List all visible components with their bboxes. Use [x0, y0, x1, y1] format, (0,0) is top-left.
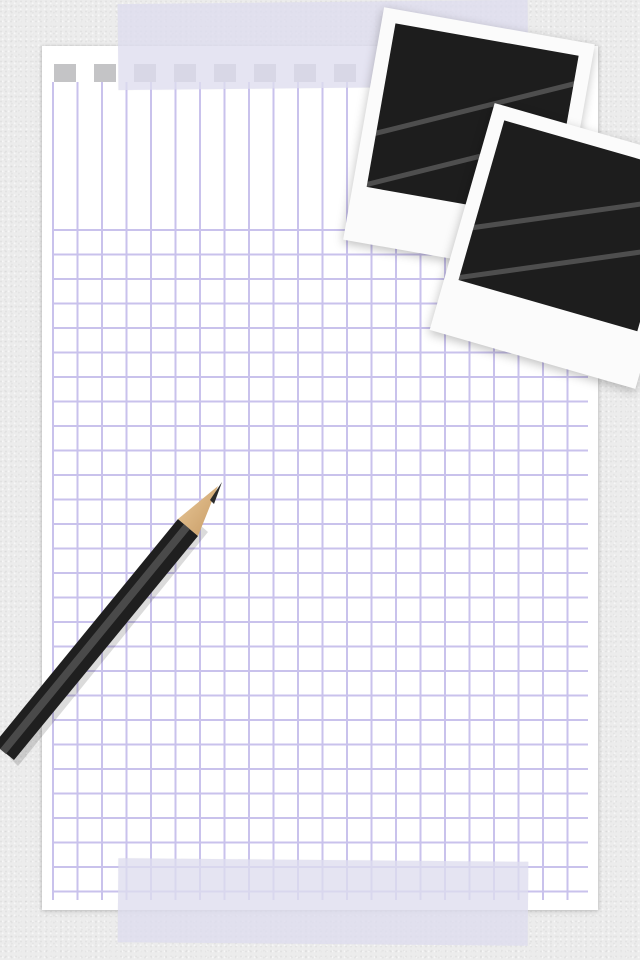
desk-background — [0, 0, 640, 960]
pencil-icon — [0, 482, 222, 766]
